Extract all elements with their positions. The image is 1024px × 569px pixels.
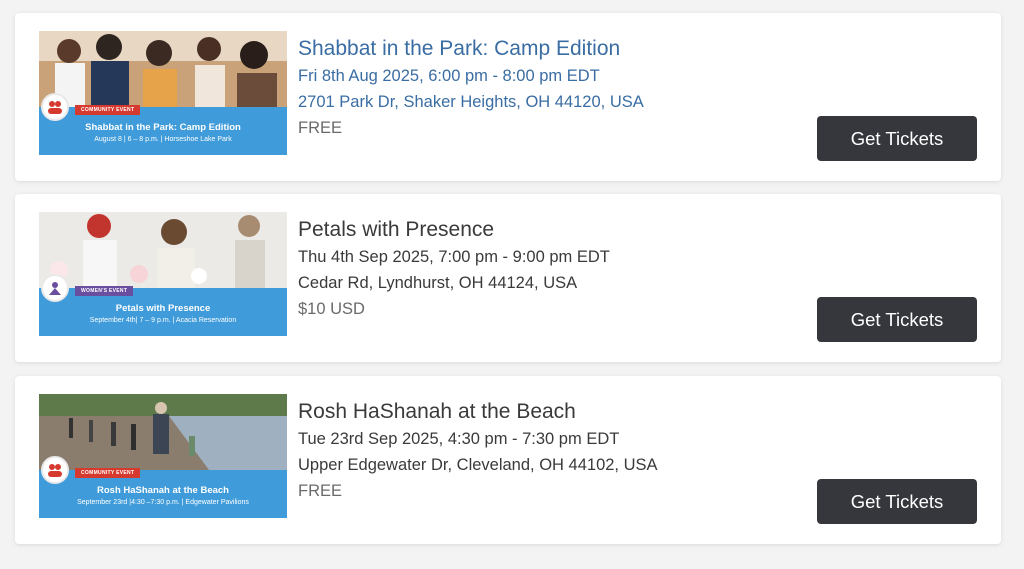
get-tickets-button[interactable]: Get Tickets bbox=[817, 297, 977, 342]
event-photo bbox=[39, 212, 287, 288]
event-datetime[interactable]: Fri 8th Aug 2025, 6:00 pm - 8:00 pm EDT bbox=[298, 63, 644, 89]
banner-subtitle: August 8 | 6 – 8 p.m. | Horseshoe Lake P… bbox=[94, 136, 232, 143]
event-title[interactable]: Rosh HaShanah at the Beach bbox=[298, 398, 658, 426]
event-title-link[interactable]: Shabbat in the Park: Camp Edition bbox=[298, 35, 644, 63]
event-datetime: Tue 23rd Sep 2025, 4:30 pm - 7:30 pm EDT bbox=[298, 430, 620, 448]
banner-subtitle: September 23rd |4:30 –7:30 p.m. | Edgewa… bbox=[77, 499, 249, 506]
event-tag: COMMUNITY EVENT bbox=[75, 468, 141, 478]
community-logo-icon bbox=[41, 93, 69, 121]
banner-title: Rosh HaShanah at the Beach bbox=[97, 485, 229, 496]
event-datetime: Thu 4th Sep 2025, 7:00 pm - 9:00 pm EDT bbox=[298, 248, 610, 266]
get-tickets-button[interactable]: Get Tickets bbox=[817, 479, 977, 524]
womens-logo-icon bbox=[41, 274, 69, 302]
event-photo bbox=[39, 31, 287, 107]
event-tag: COMMUNITY EVENT bbox=[75, 105, 141, 115]
event-price: $10 USD bbox=[298, 300, 365, 318]
banner-title: Petals with Presence bbox=[115, 303, 211, 314]
event-image[interactable]: COMMUNITY EVENT Shabbat in the Park: Cam… bbox=[39, 31, 287, 155]
event-tag: WOMEN'S EVENT bbox=[75, 286, 134, 296]
event-banner: WOMEN'S EVENT Petals with Presence Septe… bbox=[39, 286, 287, 336]
event-card: COMMUNITY EVENT Shabbat in the Park: Cam… bbox=[15, 13, 1001, 181]
event-card: WOMEN'S EVENT Petals with Presence Septe… bbox=[15, 194, 1001, 362]
event-banner: COMMUNITY EVENT Rosh HaShanah at the Bea… bbox=[39, 468, 287, 518]
event-info: Rosh HaShanah at the Beach Tue 23rd Sep … bbox=[298, 398, 658, 504]
get-tickets-button[interactable]: Get Tickets bbox=[817, 116, 977, 161]
event-photo bbox=[39, 394, 287, 470]
event-address: Upper Edgewater Dr, Cleveland, OH 44102,… bbox=[298, 456, 658, 474]
banner-title: Shabbat in the Park: Camp Edition bbox=[85, 122, 241, 133]
event-info: Petals with Presence Thu 4th Sep 2025, 7… bbox=[298, 216, 610, 322]
event-address[interactable]: 2701 Park Dr, Shaker Heights, OH 44120, … bbox=[298, 89, 644, 115]
event-image[interactable]: COMMUNITY EVENT Rosh HaShanah at the Bea… bbox=[39, 394, 287, 518]
banner-subtitle: September 4th| 7 – 9 p.m. | Acacia Reser… bbox=[89, 317, 237, 324]
event-info: Shabbat in the Park: Camp Edition Fri 8t… bbox=[298, 35, 644, 141]
event-image[interactable]: WOMEN'S EVENT Petals with Presence Septe… bbox=[39, 212, 287, 336]
event-card: COMMUNITY EVENT Rosh HaShanah at the Bea… bbox=[15, 376, 1001, 544]
event-price: FREE bbox=[298, 119, 343, 137]
event-title[interactable]: Petals with Presence bbox=[298, 216, 610, 244]
event-banner: COMMUNITY EVENT Shabbat in the Park: Cam… bbox=[39, 105, 287, 155]
community-logo-icon bbox=[41, 456, 69, 484]
event-address: Cedar Rd, Lyndhurst, OH 44124, USA bbox=[298, 274, 578, 292]
event-price: FREE bbox=[298, 482, 343, 500]
